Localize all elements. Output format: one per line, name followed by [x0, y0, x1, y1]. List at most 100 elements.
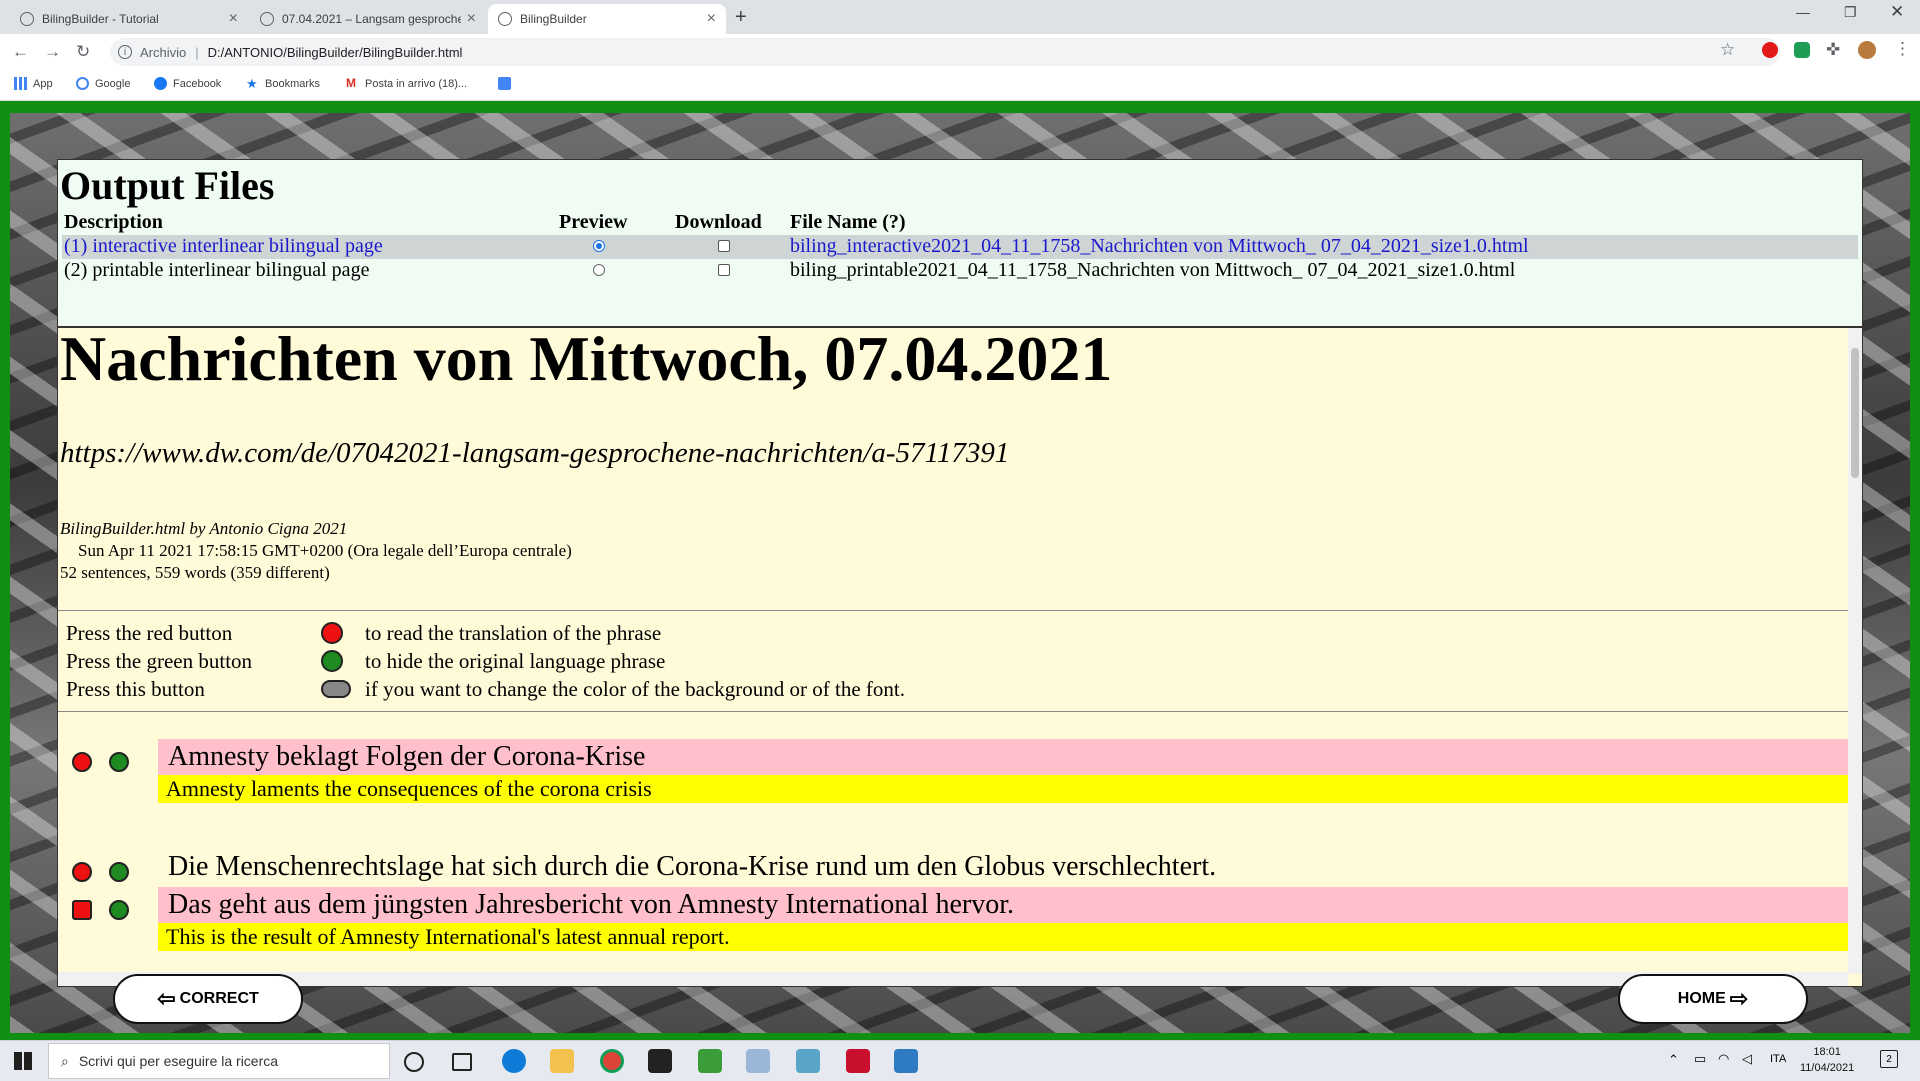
divider	[58, 610, 1848, 611]
forward-arrow-icon: ⇨	[1729, 986, 1749, 1011]
clock-time: 18:01	[1813, 1046, 1841, 1058]
forward-button[interactable]: →	[44, 42, 61, 62]
star-icon: ★	[246, 76, 258, 91]
opera-extension-icon[interactable]	[1762, 42, 1778, 58]
browser-tab-tutorial[interactable]: BilingBuilder - Tutorial ×	[10, 4, 248, 34]
sentence-original: Die Menschenrechtslage hat sich durch di…	[168, 851, 1217, 882]
avatar[interactable]	[1858, 41, 1876, 59]
bookmark-star-icon[interactable]: ☆	[1720, 40, 1735, 60]
output-files-panel: Output Files Description Preview Downloa…	[57, 159, 1863, 327]
bookmark-label: Google	[95, 77, 131, 90]
hide-original-button[interactable]	[109, 862, 129, 882]
volume-icon[interactable]: ◁	[1742, 1051, 1752, 1067]
output-files-title: Output Files	[60, 163, 275, 208]
bookmark-apps[interactable]: App	[14, 77, 53, 90]
bookmarks-bar: App Google Facebook ★ Bookmarks M Posta …	[0, 70, 1920, 101]
language-indicator[interactable]: ITA	[1770, 1053, 1786, 1065]
table-row[interactable]: (2) printable interlinear bilingual page…	[62, 259, 1858, 283]
taskbar-search[interactable]: ⌕ Scrivi qui per eseguire la ricerca	[48, 1043, 390, 1079]
app-icon[interactable]	[796, 1049, 820, 1073]
cortana-icon[interactable]	[404, 1052, 424, 1072]
show-translation-button[interactable]	[72, 900, 92, 920]
notification-center-icon[interactable]: 2	[1880, 1050, 1898, 1068]
instruction-text: to read the translation of the phrase	[365, 621, 662, 645]
close-window-button[interactable]: ✕	[1890, 2, 1904, 22]
notepad-icon[interactable]	[698, 1049, 722, 1073]
preview-document: Nachrichten von Mittwoch, 07.04.2021 htt…	[57, 327, 1863, 987]
maximize-button[interactable]: ❐	[1844, 4, 1857, 21]
terminal-icon[interactable]	[648, 1049, 672, 1073]
author-line: BilingBuilder.html by Antonio Cigna 2021	[60, 519, 348, 538]
photos-icon[interactable]	[894, 1049, 918, 1073]
col-description: Description	[64, 211, 163, 233]
tray-chevron-icon[interactable]: ⌃	[1668, 1052, 1679, 1068]
table-row[interactable]: (1) interactive interlinear bilingual pa…	[62, 235, 1858, 259]
browser-toolbar: ← → ↻ i Archivio | D:/ANTONIO/BilingBuil…	[0, 34, 1920, 70]
preview-radio[interactable]	[593, 240, 605, 252]
show-translation-button[interactable]	[72, 752, 92, 772]
info-icon[interactable]: i	[118, 45, 132, 59]
horizontal-scrollbar[interactable]	[58, 972, 1848, 986]
close-tab-icon[interactable]: ×	[467, 10, 476, 28]
red-button-sample	[321, 622, 343, 644]
edge-icon[interactable]	[502, 1049, 526, 1073]
bookmark-gmail[interactable]: M Posta in arrivo (18)...	[346, 77, 467, 90]
browser-tab-bilingbuilder[interactable]: BilingBuilder ×	[488, 4, 726, 34]
bookmark-facebook[interactable]: Facebook	[154, 77, 221, 90]
taskbar-clock[interactable]: 18:01 11/04/2021	[1800, 1044, 1854, 1076]
hide-original-button[interactable]	[109, 900, 129, 920]
vertical-scrollbar[interactable]	[1848, 328, 1862, 974]
bookmark-label: Posta in arrivo (18)...	[365, 77, 468, 90]
shield-extension-icon[interactable]	[1794, 42, 1810, 58]
menu-kebab-icon[interactable]: ⋮	[1894, 39, 1911, 59]
preview-radio[interactable]	[593, 264, 605, 276]
bookmark-translate[interactable]	[498, 77, 517, 90]
tab-strip: BilingBuilder - Tutorial × 07.04.2021 – …	[0, 0, 1920, 34]
row-description: (2) printable interlinear bilingual page	[64, 259, 370, 281]
download-checkbox[interactable]	[718, 240, 730, 252]
close-tab-icon[interactable]: ×	[707, 10, 716, 28]
search-placeholder: Scrivi qui per eseguire la ricerca	[78, 1053, 279, 1069]
address-scheme-label: Archivio	[140, 44, 187, 60]
tab-title: BilingBuilder - Tutorial	[42, 12, 159, 26]
battery-icon[interactable]: ▭	[1694, 1051, 1706, 1067]
address-bar[interactable]: i Archivio | D:/ANTONIO/BilingBuilder/Bi…	[110, 38, 1780, 66]
back-button[interactable]: ←	[12, 42, 29, 62]
sentence-translation: Amnesty laments the consequences of the …	[158, 775, 1848, 803]
minimize-button[interactable]: —	[1796, 4, 1810, 20]
download-checkbox[interactable]	[718, 264, 730, 276]
acrobat-icon[interactable]	[846, 1049, 870, 1073]
link-icon	[260, 12, 274, 26]
row-file-name: biling_printable2021_04_11_1758_Nachrich…	[790, 259, 1516, 281]
paint-icon[interactable]	[746, 1049, 770, 1073]
bookmark-bookmarks[interactable]: ★ Bookmarks	[246, 77, 320, 90]
close-tab-icon[interactable]: ×	[229, 10, 238, 28]
windows-start-icon[interactable]	[14, 1052, 32, 1070]
col-file-name[interactable]: File Name (?)	[790, 211, 906, 234]
hide-original-button[interactable]	[109, 752, 129, 772]
tab-title: 07.04.2021 – Langsam gesproche	[282, 12, 461, 26]
scrollbar-thumb[interactable]	[1851, 348, 1859, 478]
home-button[interactable]: HOME ⇨	[1618, 974, 1808, 1024]
reload-button[interactable]: ↻	[76, 42, 90, 62]
chrome-icon[interactable]	[600, 1049, 624, 1073]
show-translation-button[interactable]	[72, 862, 92, 882]
file-explorer-icon[interactable]	[550, 1049, 574, 1073]
wifi-icon[interactable]: ◠	[1718, 1051, 1729, 1067]
home-label: HOME	[1677, 990, 1726, 1007]
instruction-label: Press the green button	[66, 649, 253, 673]
extensions-puzzle-icon[interactable]: ✜	[1826, 40, 1840, 60]
color-change-button[interactable]	[321, 680, 351, 698]
row-file-name[interactable]: biling_interactive2021_04_11_1758_Nachri…	[790, 235, 1529, 258]
correct-button[interactable]: ⇦ CORRECT	[113, 974, 303, 1024]
divider	[58, 711, 1848, 712]
sentence-translation: This is the result of Amnesty Internatio…	[158, 923, 1848, 951]
bookmark-google[interactable]: Google	[76, 77, 130, 90]
bookmark-label: Facebook	[173, 77, 222, 90]
tab-title: BilingBuilder	[520, 12, 587, 26]
browser-tab-dw[interactable]: 07.04.2021 – Langsam gesproche ×	[250, 4, 486, 34]
globe-icon	[498, 12, 512, 26]
task-view-icon[interactable]	[452, 1053, 472, 1071]
col-download: Download	[675, 211, 762, 233]
new-tab-button[interactable]: +	[735, 6, 747, 29]
